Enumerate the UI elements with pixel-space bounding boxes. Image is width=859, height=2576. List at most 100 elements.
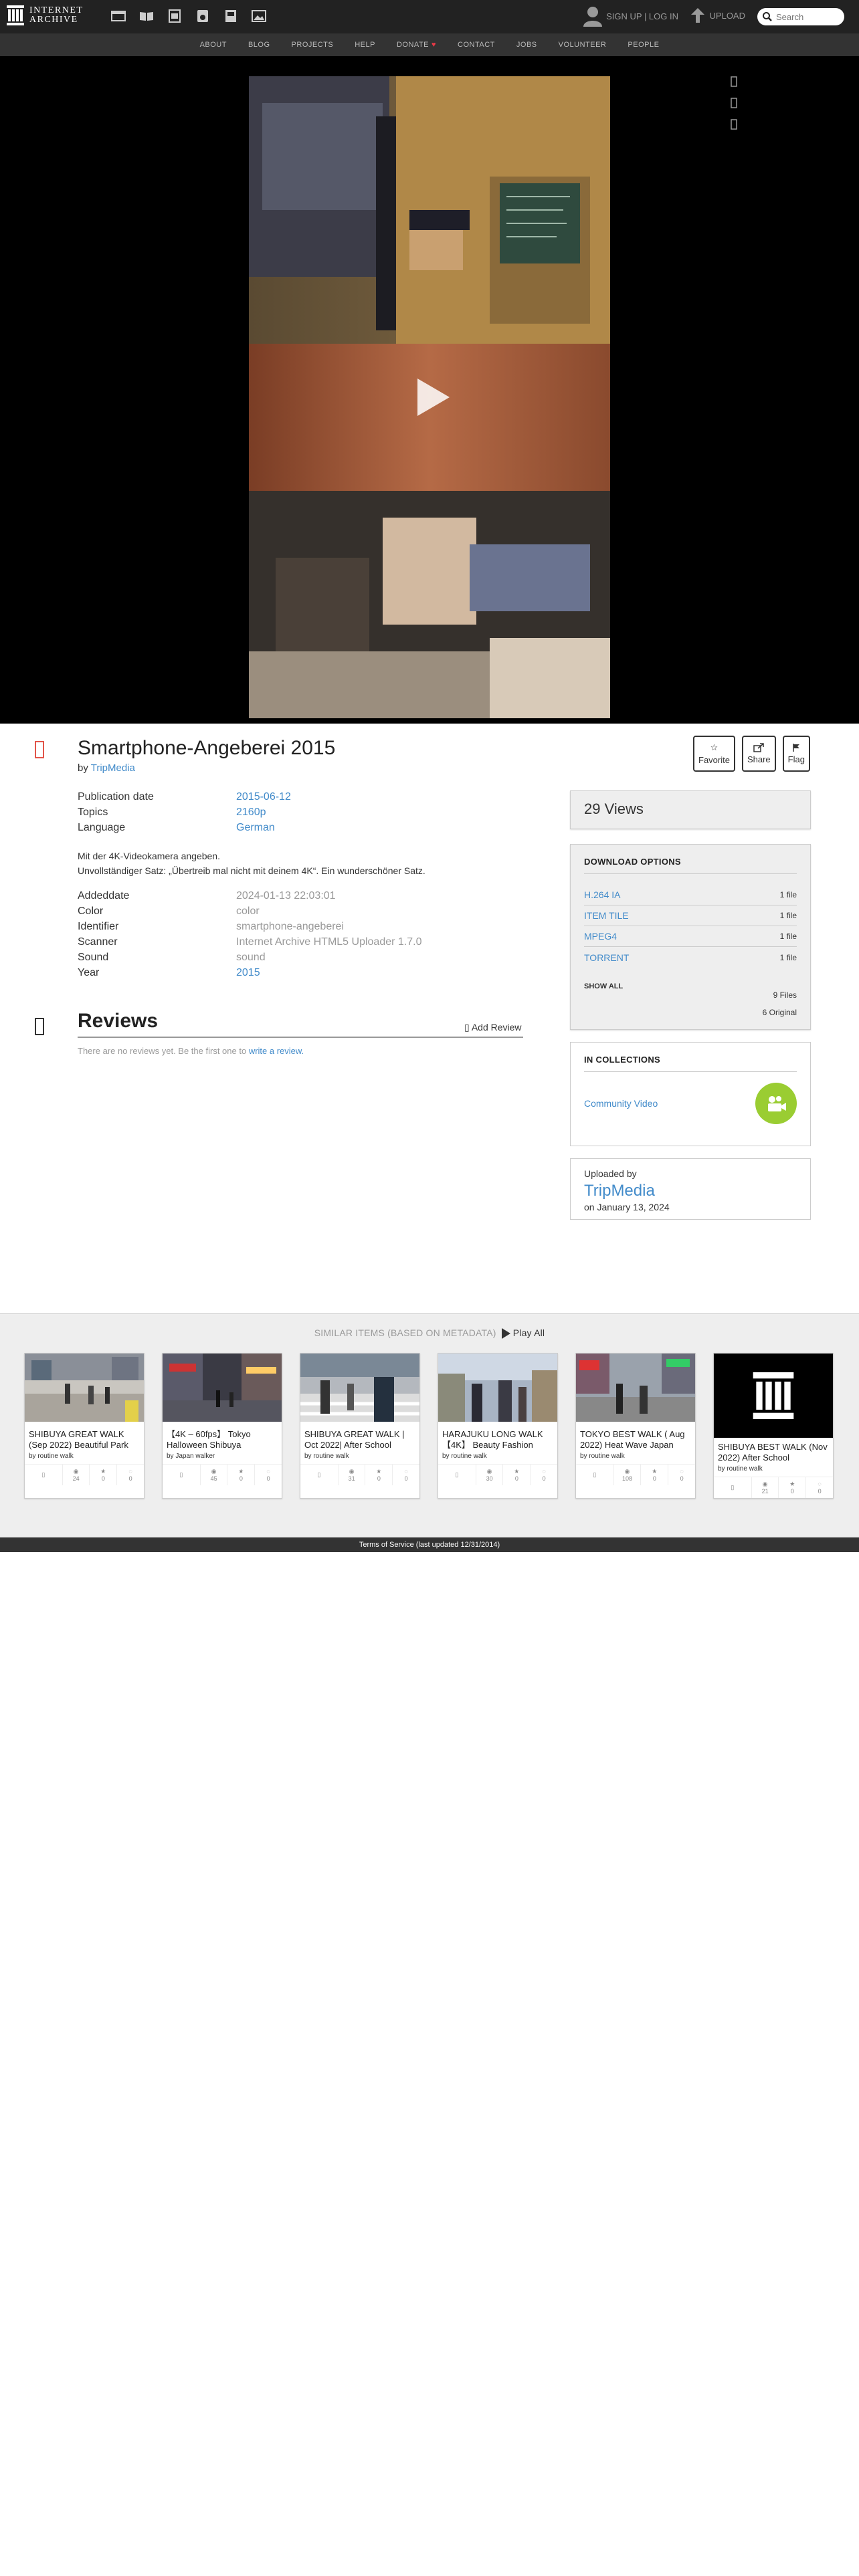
similar-item-card[interactable]: SHIBUYA BEST WALK (Nov 2022) After Schoo… <box>713 1353 834 1499</box>
creator-link[interactable]: TripMedia <box>91 762 135 774</box>
audio-icon[interactable] <box>194 8 211 24</box>
nav-donate-label: DONATE <box>396 41 430 49</box>
download-format-link[interactable]: MPEG4 <box>584 931 617 942</box>
similar-item-card[interactable]: SHIBUYA GREAT WALK (Sep 2022) Beautiful … <box>24 1353 145 1499</box>
item-byline: by TripMedia <box>78 762 135 774</box>
metadata-key: Color <box>78 905 104 917</box>
software-icon[interactable] <box>222 8 240 24</box>
add-review-button[interactable]: ▯ Add Review <box>464 1022 522 1033</box>
share-side-icon[interactable] <box>731 98 740 110</box>
metadata-key: Scanner <box>78 936 118 948</box>
item-stats: ▯ ◉ 21 ★ 0 ◌ 0 <box>714 1477 833 1498</box>
views-stat: ◉ 108 <box>613 1465 641 1485</box>
signup-login-link[interactable]: SIGN UP | LOG IN <box>606 11 678 21</box>
metadata-bottom: Addeddate 2024-01-13 22:03:01 Color color … <box>78 888 421 980</box>
item-stats: ▯ ◉ 24 ★ 0 ◌ 0 <box>25 1464 144 1485</box>
description-line: Mit der 4K-Videokamera angeben. <box>78 851 220 861</box>
item-stats: ▯ ◉ 45 ★ 0 ◌ 0 <box>163 1464 282 1485</box>
metadata-value[interactable]: 2160p <box>236 807 266 819</box>
nav-projects[interactable]: PROJECTS <box>292 41 334 49</box>
similar-items-carousel: SHIBUYA GREAT WALK (Sep 2022) Beautiful … <box>24 1353 834 1499</box>
upload-link[interactable]: UPLOAD <box>690 8 745 23</box>
metadata-key: Addeddate <box>78 889 130 901</box>
star-icon: ☆ <box>710 742 719 752</box>
favorite-side-icon[interactable] <box>731 76 740 88</box>
favorites-value: 0 <box>101 1475 105 1482</box>
metadata-value: Internet Archive HTML5 Uploader 1.7.0 <box>236 936 422 948</box>
download-format-link[interactable]: H.264 IA <box>584 889 620 900</box>
uploader-link[interactable]: TripMedia <box>584 1182 797 1200</box>
review-icon: ◌ <box>818 1480 822 1487</box>
similar-item-card[interactable]: SHIBUYA GREAT WALK | Oct 2022| After Sch… <box>300 1353 420 1499</box>
logo-wordmark: INTERNET ARCHIVE <box>29 6 83 25</box>
views-label: Views <box>604 800 644 817</box>
flag-side-icon[interactable] <box>731 119 740 131</box>
item-thumbnail <box>576 1354 695 1422</box>
item-thumbnail <box>714 1354 833 1438</box>
similar-item-card[interactable]: 【4K – 60fps】 Tokyo Halloween Shibuya by … <box>162 1353 282 1499</box>
upload-label: UPLOAD <box>709 10 745 21</box>
flag-button[interactable]: Flag <box>782 736 810 772</box>
download-row: ITEM TILE 1 file <box>584 905 797 926</box>
nav-help[interactable]: HELP <box>355 41 375 49</box>
item-title: TOKYO BEST WALK ( Aug 2022) Heat Wave Ja… <box>580 1429 685 1450</box>
video-player[interactable] <box>249 76 610 718</box>
collection-link[interactable]: Community Video <box>584 1098 658 1109</box>
views-box: 29 Views <box>570 790 811 829</box>
search-icon[interactable] <box>763 12 772 21</box>
metadata-key: Language <box>78 821 126 833</box>
review-icon: ◌ <box>266 1467 270 1475</box>
play-button[interactable] <box>417 379 450 416</box>
metadata-value[interactable]: German <box>236 822 275 834</box>
search-input[interactable] <box>776 11 840 22</box>
favorite-button[interactable]: ☆ Favorite <box>693 736 735 772</box>
metadata-row: Scanner Internet Archive HTML5 Uploader 1… <box>78 934 421 950</box>
download-format-link[interactable]: TORRENT <box>584 952 629 963</box>
internet-archive-logo[interactable]: INTERNET ARCHIVE <box>7 5 83 25</box>
download-format-link[interactable]: ITEM TILE <box>584 910 629 921</box>
item-stats: ▯ ◉ 30 ★ 0 ◌ 0 <box>438 1464 557 1485</box>
similar-item-card[interactable]: TOKYO BEST WALK ( Aug 2022) Heat Wave Ja… <box>575 1353 696 1499</box>
item-creator: by routine walk <box>580 1453 625 1460</box>
similar-item-card[interactable]: HARAJUKU LONG WALK 【4K】 Beauty Fashion b… <box>438 1353 558 1499</box>
nav-about[interactable]: ABOUT <box>200 41 227 49</box>
nav-donate[interactable]: DONATE ♥ <box>397 41 436 49</box>
collections-box: IN COLLECTIONS Community Video <box>570 1042 811 1146</box>
favorites-stat: ★ 0 <box>778 1477 805 1498</box>
pencil-icon: ▯ <box>464 1022 470 1033</box>
write-review-link[interactable]: write a review. <box>249 1046 304 1056</box>
views-count: 29 <box>584 800 601 817</box>
community-video-icon[interactable] <box>755 1083 797 1124</box>
reviews-heading: Reviews <box>78 1010 159 1032</box>
item-thumbnail <box>25 1354 144 1422</box>
share-button[interactable]: Share <box>741 736 776 772</box>
texts-icon[interactable] <box>138 8 155 24</box>
item-title: SHIBUYA GREAT WALK (Sep 2022) Beautiful … <box>29 1429 128 1450</box>
nav-people[interactable]: PEOPLE <box>628 41 659 49</box>
metadata-value: 2024-01-13 22:03:01 <box>236 889 336 901</box>
flag-icon <box>793 744 800 752</box>
nav-jobs[interactable]: JOBS <box>516 41 537 49</box>
similar-items-heading: SIMILAR ITEMS (based on metadata) Play A… <box>0 1327 859 1339</box>
views-stat: ◉ 30 <box>475 1465 503 1485</box>
nav-volunteer[interactable]: VOLUNTEER <box>559 41 607 49</box>
item-title: SHIBUYA GREAT WALK | Oct 2022| After Sch… <box>304 1429 405 1450</box>
terms-of-service-footer[interactable]: Terms of Service (last updated 12/31/201… <box>0 1537 859 1552</box>
metadata-row: Topics 2160p <box>78 804 291 820</box>
nav-blog[interactable]: BLOG <box>248 41 270 49</box>
video-icon[interactable] <box>166 8 183 24</box>
metadata-value: color <box>236 905 260 917</box>
images-icon[interactable] <box>250 8 268 24</box>
user-menu[interactable]: SIGN UP | LOG IN <box>583 5 678 27</box>
item-title: 【4K – 60fps】 Tokyo Halloween Shibuya <box>167 1429 251 1450</box>
item-creator: by routine walk <box>442 1453 487 1460</box>
nav-contact[interactable]: CONTACT <box>458 41 495 49</box>
download-row: MPEG4 1 file <box>584 926 797 947</box>
metadata-value[interactable]: 2015-06-12 <box>236 791 291 803</box>
metadata-value[interactable]: 2015 <box>236 967 260 979</box>
favorites-value: 0 <box>514 1475 518 1482</box>
web-icon[interactable] <box>110 8 127 24</box>
play-all-button[interactable]: Play All <box>501 1327 545 1339</box>
download-file-count: 1 file <box>779 911 797 920</box>
download-row: TORRENT 1 file <box>584 947 797 968</box>
